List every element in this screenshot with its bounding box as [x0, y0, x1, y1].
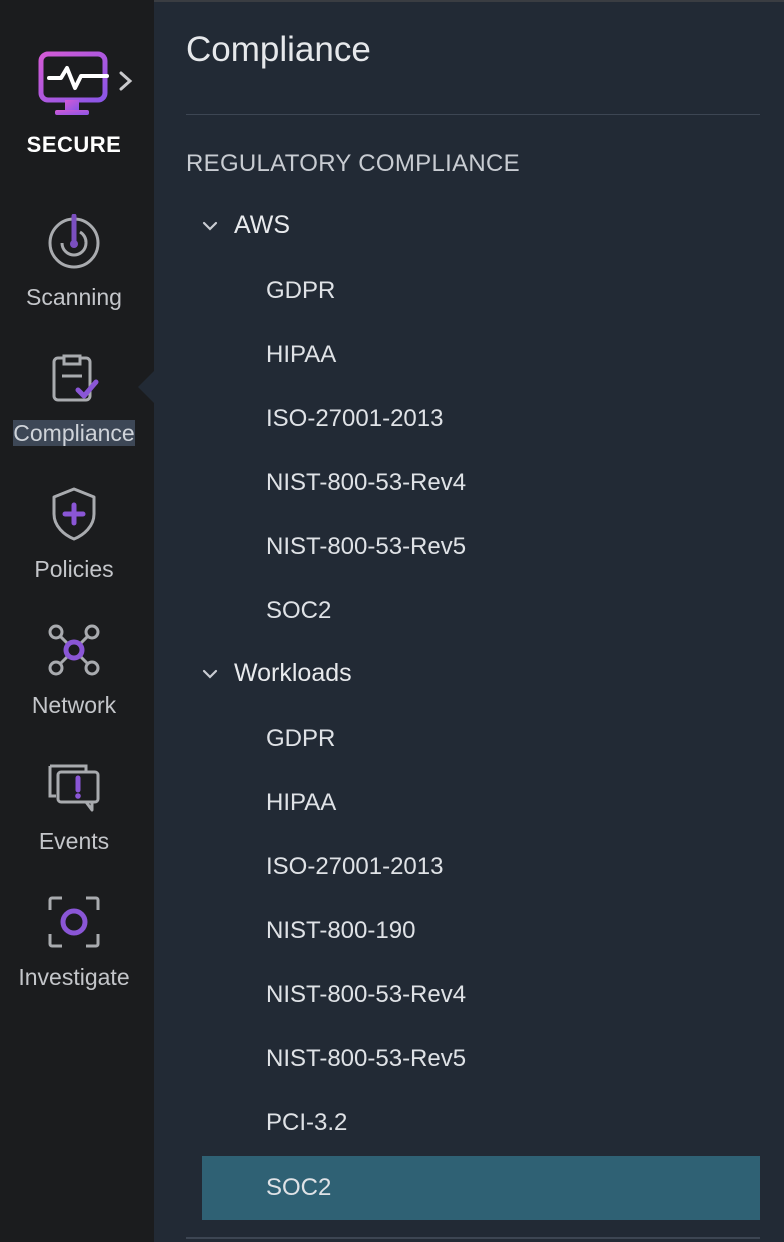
list-item-label: SOC2 — [266, 597, 332, 624]
list-item-aws-gdpr[interactable]: GDPR — [202, 259, 760, 323]
list-item-label: SOC2 — [266, 1174, 332, 1201]
sidebar-item-network[interactable]: Network — [0, 622, 148, 742]
list-item-workloads-nist-rev4[interactable]: NIST-800-53-Rev4 — [202, 963, 760, 1027]
page-title: Compliance — [186, 30, 371, 69]
list-item-workloads-gdpr[interactable]: GDPR — [202, 707, 760, 771]
network-nodes-icon — [48, 624, 100, 676]
group-label: AWS — [234, 211, 291, 239]
compliance-panel: Compliance REGULATORY COMPLIANCE AWS GDP… — [154, 0, 784, 1242]
clipboard-check-icon — [52, 354, 99, 402]
brand-name: SECURE — [26, 132, 122, 157]
list-item-label: HIPAA — [266, 341, 337, 368]
list-item-label: NIST-800-53-Rev4 — [266, 981, 467, 1008]
sidebar-item-compliance[interactable]: Compliance — [0, 350, 148, 470]
list-item-aws-hipaa[interactable]: HIPAA — [202, 323, 760, 387]
divider — [186, 1237, 760, 1239]
list-item-workloads-nist-rev5[interactable]: NIST-800-53-Rev5 — [202, 1027, 760, 1091]
sidebar-item-label: Events — [38, 828, 110, 854]
sidebar-item-policies[interactable]: Policies — [0, 486, 148, 606]
list-item-label: NIST-800-53-Rev5 — [266, 533, 467, 560]
list-item-label: NIST-800-53-Rev4 — [266, 469, 467, 496]
group-workloads-toggle[interactable]: Workloads — [202, 656, 760, 696]
sidebar: SECURE Scanning Compliance Policies Netw… — [0, 0, 155, 1242]
chat-alert-icon — [48, 764, 100, 812]
shield-plus-icon — [52, 487, 96, 541]
list-item-label: HIPAA — [266, 789, 337, 816]
focus-circle-icon — [48, 896, 100, 948]
chevron-down-icon — [202, 669, 218, 679]
list-item-workloads-pci[interactable]: PCI-3.2 — [202, 1091, 760, 1155]
list-item-label: GDPR — [266, 725, 336, 752]
list-item-workloads-soc2-selected[interactable]: SOC2 — [202, 1156, 760, 1220]
list-item-workloads-iso[interactable]: ISO-27001-2013 — [202, 835, 760, 899]
list-item-label: GDPR — [266, 277, 336, 304]
active-indicator — [138, 370, 155, 404]
list-item-label: ISO-27001-2013 — [266, 853, 444, 880]
list-item-workloads-hipaa[interactable]: HIPAA — [202, 771, 760, 835]
list-item-workloads-nist-190[interactable]: NIST-800-190 — [202, 899, 760, 963]
section-heading: REGULATORY COMPLIANCE — [186, 150, 520, 177]
list-item-label: PCI-3.2 — [266, 1109, 348, 1136]
list-item-label: ISO-27001-2013 — [266, 405, 444, 432]
list-item-aws-nist-rev4[interactable]: NIST-800-53-Rev4 — [202, 451, 760, 515]
list-item-aws-iso[interactable]: ISO-27001-2013 — [202, 387, 760, 451]
group-aws-toggle[interactable]: AWS — [202, 208, 760, 248]
brand-logo[interactable]: SECURE — [0, 40, 154, 170]
group-label: Workloads — [234, 659, 352, 687]
divider — [186, 114, 760, 115]
list-item-label: NIST-800-53-Rev5 — [266, 1045, 467, 1072]
sidebar-item-label: Scanning — [26, 284, 122, 310]
scan-gauge-icon — [48, 214, 100, 269]
sidebar-item-label: Policies — [34, 556, 114, 582]
sidebar-item-investigate[interactable]: Investigate — [0, 894, 148, 1014]
list-item-label: NIST-800-190 — [266, 917, 416, 944]
monitor-pulse-icon — [38, 51, 109, 115]
chevron-down-icon — [202, 221, 218, 231]
sidebar-item-scanning[interactable]: Scanning — [0, 214, 148, 334]
list-item-aws-nist-rev5[interactable]: NIST-800-53-Rev5 — [202, 515, 760, 579]
sidebar-item-label: Compliance — [13, 420, 135, 446]
list-item-aws-soc2[interactable]: SOC2 — [202, 579, 760, 643]
sidebar-item-events[interactable]: Events — [0, 758, 148, 878]
sidebar-item-label: Network — [31, 692, 117, 718]
chevron-right-icon[interactable] — [118, 70, 134, 92]
sidebar-item-label: Investigate — [18, 964, 130, 990]
